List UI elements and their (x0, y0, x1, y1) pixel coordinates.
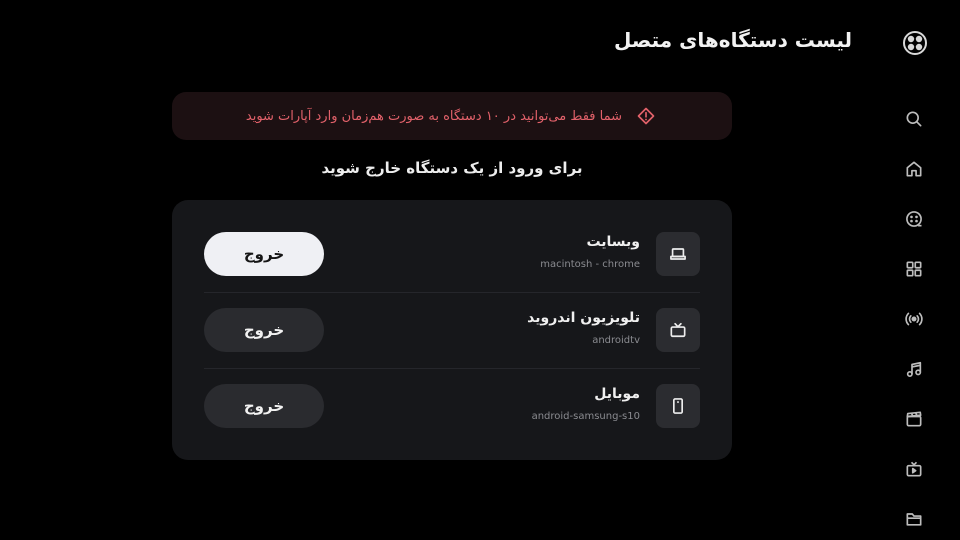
warning-banner: شما فقط می‌توانید در ۱۰ دستگاه به صورت ه… (172, 92, 732, 140)
device-row-android-tv: خروج تلویزیون اندروید androidtv (204, 308, 700, 384)
device-icon-box (656, 308, 700, 352)
logout-button-website[interactable]: خروج (204, 232, 324, 276)
sidebar-item-channels[interactable] (900, 456, 928, 482)
sidebar-item-home[interactable] (900, 156, 928, 182)
device-icon-box (656, 384, 700, 428)
tv-play-icon (906, 461, 922, 477)
home-icon (906, 161, 922, 177)
divider (204, 368, 700, 369)
sidebar-item-movies[interactable] (900, 206, 928, 232)
device-detail: macintosh - chrome (540, 259, 640, 270)
device-row-mobile: خروج موبایل android-samsung-s10 (204, 384, 700, 460)
warning-text: شما فقط می‌توانید در ۱۰ دستگاه به صورت ه… (245, 108, 622, 124)
search-icon (906, 111, 922, 127)
device-name: موبایل (594, 386, 640, 402)
broadcast-icon (905, 312, 923, 326)
music-icon (906, 361, 922, 377)
folder-icon (906, 513, 922, 526)
grid-icon (906, 261, 922, 277)
device-detail: androidtv (592, 335, 640, 346)
device-detail: android-samsung-s10 (531, 411, 640, 422)
sidebar-item-library[interactable] (900, 506, 928, 532)
logout-button-mobile[interactable]: خروج (204, 384, 324, 428)
sidebar-item-live[interactable] (900, 306, 928, 332)
film-reel-icon (906, 211, 922, 227)
logout-button-android-tv[interactable]: خروج (204, 308, 324, 352)
sidebar-item-series[interactable] (900, 406, 928, 432)
mobile-icon (673, 398, 683, 414)
tv-icon (670, 322, 686, 338)
device-row-website: خروج وبسایت macintosh - chrome (204, 232, 700, 308)
aparat-logo-icon[interactable] (902, 30, 928, 56)
alert-icon (637, 107, 655, 125)
device-name: وبسایت (586, 234, 640, 250)
clapperboard-icon (906, 411, 922, 427)
laptop-icon (670, 248, 686, 260)
device-list: خروج وبسایت macintosh - chrome خروج تلوی… (172, 200, 732, 460)
divider (204, 292, 700, 293)
page-title: لیست دستگاه‌های متصل (614, 28, 852, 52)
device-name: تلویزیون اندروید (527, 310, 640, 326)
sidebar-item-search[interactable] (900, 106, 928, 132)
device-icon-box (656, 232, 700, 276)
sidebar-item-music[interactable] (900, 356, 928, 382)
sidebar-item-categories[interactable] (900, 256, 928, 282)
instruction-text: برای ورود از یک دستگاه خارج شوید (321, 159, 583, 177)
